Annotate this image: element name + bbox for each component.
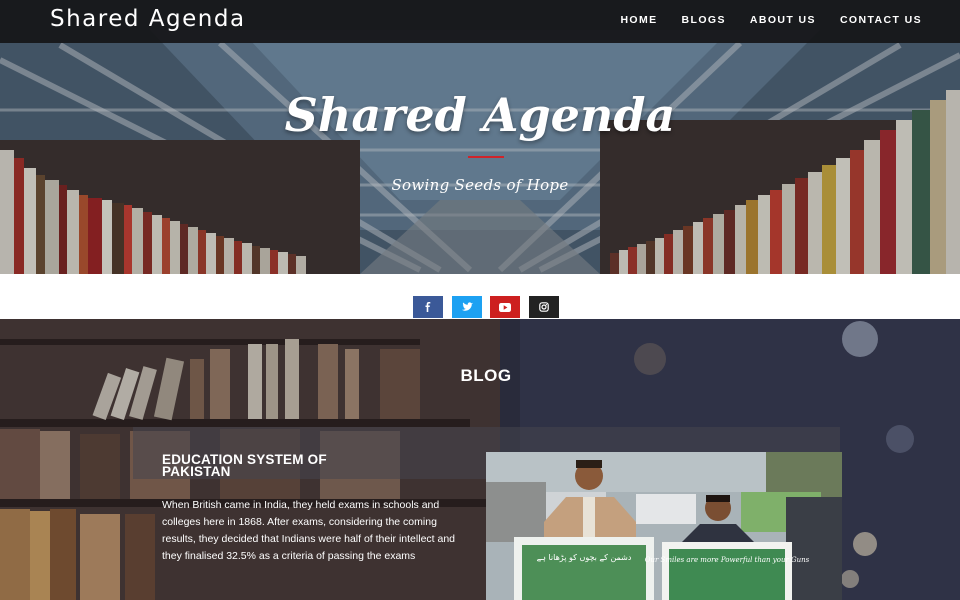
instagram-icon (539, 302, 549, 312)
instagram-button[interactable] (529, 296, 559, 318)
hero-subtitle: Sowing Seeds of Hope (391, 176, 569, 194)
post-title[interactable]: EDUCATION SYSTEM OF PAKISTAN (162, 453, 392, 479)
twitter-icon (461, 302, 473, 311)
youtube-icon (499, 302, 511, 312)
nav-blogs[interactable]: BLOGS (682, 14, 726, 26)
navbar: Shared Agenda HOME BLOGS ABOUT US CONTAC… (0, 0, 960, 43)
sign-text: Our Smiles are more Powerful than your G… (645, 556, 810, 564)
facebook-button[interactable] (413, 296, 443, 318)
social-bar (0, 274, 960, 319)
post-image[interactable]: دشمن کے بچوں کو پڑھانا ہے Our Smiles are… (486, 452, 842, 600)
site-brand[interactable]: Shared Agenda (50, 6, 246, 32)
blog-section: BLOG EDUCATION SYSTEM OF PAKISTAN When B… (0, 319, 960, 600)
post-excerpt: When British came in India, they held ex… (162, 499, 456, 562)
hero-divider (468, 156, 504, 158)
blog-heading: BLOG (460, 366, 512, 385)
youtube-button[interactable] (490, 296, 520, 318)
nav-contact-us[interactable]: CONTACT US (840, 14, 922, 26)
twitter-button[interactable] (452, 296, 482, 318)
nav-links: HOME BLOGS ABOUT US CONTACT US (620, 14, 922, 26)
nav-about-us[interactable]: ABOUT US (750, 14, 816, 26)
post-photo-illustration: دشمن کے بچوں کو پڑھانا ہے Our Smiles are… (486, 452, 842, 600)
facebook-icon (425, 302, 431, 312)
hero-title: Shared Agenda (284, 88, 676, 142)
nav-home[interactable]: HOME (620, 14, 657, 26)
svg-text:دشمن کے بچوں کو پڑھانا ہے: دشمن کے بچوں کو پڑھانا ہے (537, 553, 632, 562)
